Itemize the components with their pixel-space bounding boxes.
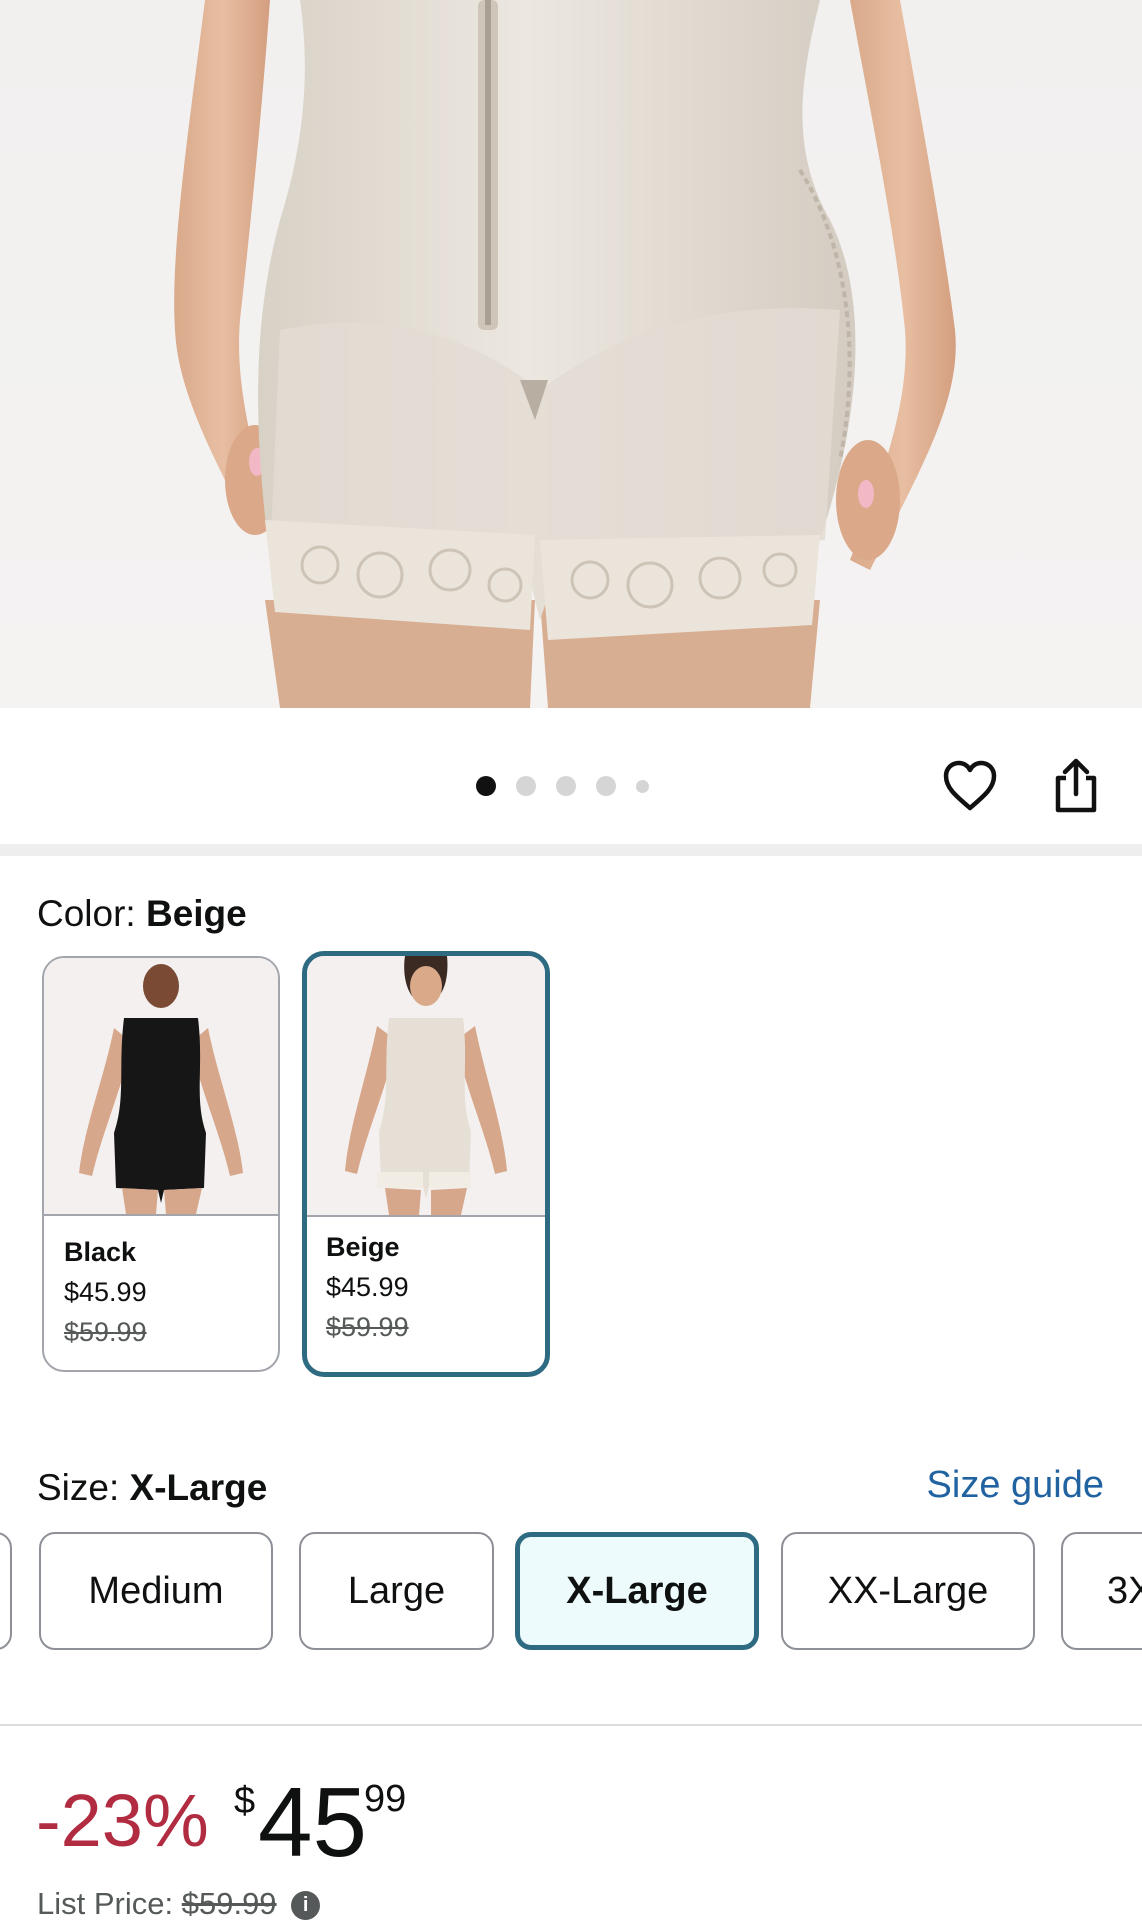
color-label-text: Color: xyxy=(37,893,136,934)
size-guide-link[interactable]: Size guide xyxy=(927,1464,1104,1507)
share-icon xyxy=(1055,758,1097,813)
list-price: List Price: $59.99 i xyxy=(37,1886,321,1920)
selected-size: X-Large xyxy=(129,1467,268,1508)
size-option-large[interactable]: Large xyxy=(299,1532,494,1650)
size-option-partial-left[interactable] xyxy=(0,1532,12,1650)
carousel-dot-5[interactable] xyxy=(636,779,649,793)
size-option-xx-large[interactable]: XX-Large xyxy=(781,1532,1035,1650)
carousel-dot-2[interactable] xyxy=(516,776,536,796)
size-option-medium[interactable]: Medium xyxy=(39,1532,273,1650)
list-price-label: List Price: xyxy=(37,1886,174,1920)
carousel-indicator xyxy=(476,776,649,796)
selected-color: Beige xyxy=(145,893,247,934)
size-label-text: Size: xyxy=(37,1467,120,1508)
carousel-dot-4[interactable] xyxy=(596,776,616,796)
share-button[interactable] xyxy=(1046,756,1106,816)
size-option-3x[interactable]: 3X xyxy=(1061,1532,1142,1650)
price-whole: 45 xyxy=(258,1767,368,1877)
list-price-value: $59.99 xyxy=(181,1886,277,1920)
favorite-button[interactable] xyxy=(940,756,1000,816)
carousel-dot-1[interactable] xyxy=(476,776,496,796)
heart-icon xyxy=(943,760,997,811)
color-label: Color: Beige xyxy=(37,893,247,935)
size-label: Size: X-Large xyxy=(37,1467,267,1509)
swatch-list-price: $59.99 xyxy=(64,1317,147,1347)
swatch-price: $45.99 xyxy=(64,1277,147,1307)
color-swatch-beige[interactable]: Beige $45.99 $59.99 xyxy=(302,951,550,1377)
color-swatch-black[interactable]: Black $45.99 $59.99 xyxy=(42,956,280,1372)
price-currency: $ xyxy=(234,1780,256,1822)
swatch-image-black xyxy=(44,958,278,1216)
info-icon[interactable]: i xyxy=(291,1891,321,1920)
section-divider-thin xyxy=(0,1724,1142,1726)
swatch-price: $45.99 xyxy=(326,1272,409,1302)
swatch-name: Black xyxy=(64,1237,137,1267)
swatch-image-beige xyxy=(307,956,545,1217)
product-photo xyxy=(174,0,956,708)
price-fraction: 99 xyxy=(364,1778,407,1820)
swatch-list-price: $59.99 xyxy=(326,1312,409,1342)
product-image[interactable] xyxy=(0,0,1142,708)
discount-percent: -23% xyxy=(36,1779,209,1862)
swatch-name: Beige xyxy=(326,1232,400,1262)
carousel-dot-3[interactable] xyxy=(556,776,576,796)
size-option-x-large[interactable]: X-Large xyxy=(515,1532,759,1650)
section-divider xyxy=(0,844,1142,856)
